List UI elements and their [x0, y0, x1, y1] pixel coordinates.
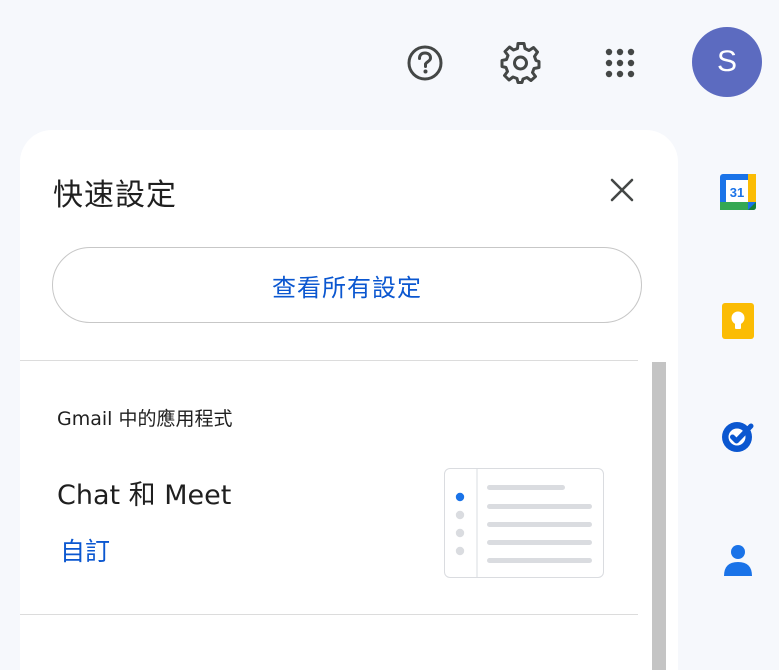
keep-app-button[interactable] — [718, 301, 758, 341]
help-button[interactable] — [401, 39, 449, 87]
divider — [20, 360, 638, 361]
layout-preview-icon — [455, 469, 592, 577]
keep-icon — [722, 303, 754, 339]
chat-meet-label: Chat 和 Meet — [57, 480, 232, 511]
gear-icon — [500, 42, 541, 84]
panel-scrollbar[interactable] — [652, 362, 666, 670]
quick-settings-panel: 快速設定 查看所有設定 Gmail 中的應用程式 Chat 和 Meet 自訂 — [20, 130, 678, 670]
quick-settings-title: 快速設定 — [53, 178, 177, 213]
google-apps-button[interactable] — [596, 39, 644, 87]
close-button[interactable] — [600, 168, 644, 212]
tasks-app-button[interactable] — [718, 416, 758, 456]
view-all-settings-button[interactable]: 查看所有設定 — [52, 247, 642, 323]
contacts-app-button[interactable] — [718, 540, 758, 580]
help-circle-icon — [407, 45, 443, 81]
top-bar: S — [0, 0, 779, 110]
apps-grid-icon — [605, 48, 635, 78]
close-icon — [610, 178, 634, 202]
apps-in-gmail-heading: Gmail 中的應用程式 — [57, 408, 233, 430]
settings-button[interactable] — [497, 39, 545, 87]
calendar-day-text: 31 — [730, 185, 744, 200]
customize-link[interactable]: 自訂 — [60, 532, 110, 568]
tasks-icon — [722, 422, 754, 452]
chat-meet-layout-thumbnail[interactable] — [444, 468, 604, 578]
divider — [20, 614, 638, 615]
calendar-app-button[interactable]: 31 — [718, 172, 758, 212]
calendar-icon: 31 — [720, 174, 756, 210]
side-panel-apps: 31 — [694, 160, 779, 630]
contacts-icon — [724, 545, 752, 576]
account-avatar[interactable]: S — [692, 27, 762, 97]
